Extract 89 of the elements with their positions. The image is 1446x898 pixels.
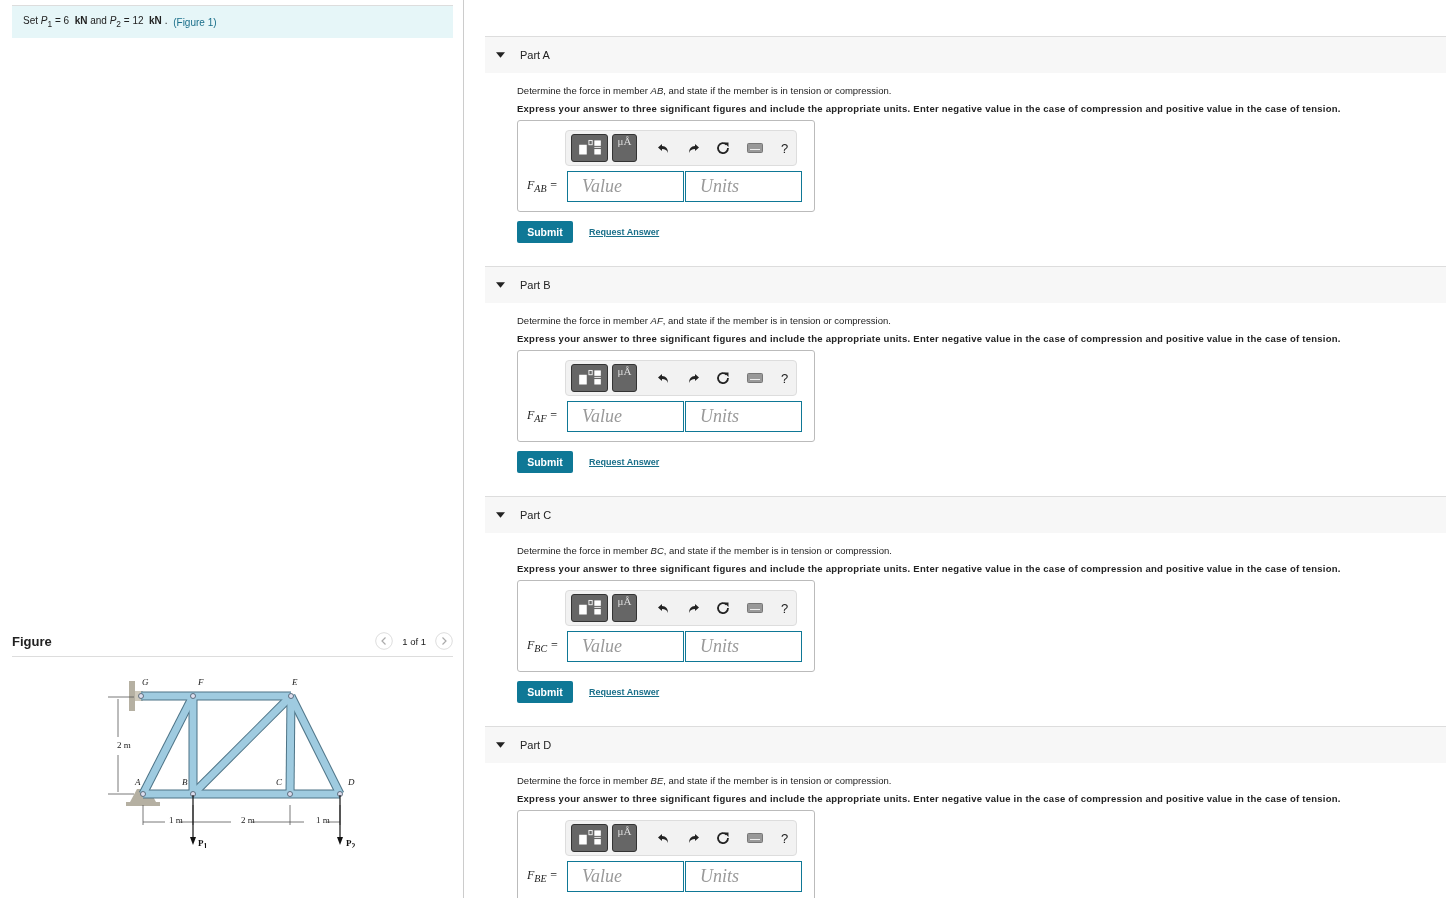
- keyboard-icon[interactable]: [747, 143, 763, 153]
- answer-label: F$_{AF}$ =: [527, 408, 559, 425]
- answer-label: F$_{BC}$ =: [527, 638, 560, 655]
- keyboard-icon[interactable]: [747, 603, 763, 613]
- instruction-text: Express your answer to three significant figures and include the appropriate units. Enter negative value in the case of compression and positive value in the case of tension.: [517, 103, 1342, 114]
- question-text: Determine the force in member BE, and state if the member is in tension or compression.: [517, 774, 893, 788]
- part-title: Part D: [520, 739, 552, 751]
- problem-text: Set P$_{1}$ = 6 kN and P$_{2}$ = 12 kN .: [23, 15, 169, 29]
- part-title: Part C: [520, 509, 552, 521]
- caret-icon[interactable]: [496, 282, 505, 288]
- figure-link[interactable]: (Figure 1): [173, 16, 217, 28]
- units-field[interactable]: Units: [685, 171, 802, 202]
- units-button[interactable]: μÅ: [612, 824, 637, 852]
- question-text: Determine the force in member BC, and state if the member is in tension or compression.: [517, 544, 893, 558]
- instruction-text: Express your answer to three significant figures and include the appropriate units. Enter negative value in the case of compression and positive value in the case of tension.: [517, 793, 1342, 804]
- answer-label: F$_{AB}$ =: [527, 178, 559, 195]
- dimension-label: 1 m: [316, 815, 330, 825]
- templates-button[interactable]: [571, 824, 608, 852]
- templates-button[interactable]: [571, 134, 608, 162]
- undo-icon[interactable]: [658, 142, 670, 154]
- caret-icon[interactable]: [496, 512, 505, 518]
- help-button[interactable]: ?: [781, 830, 789, 846]
- dimension-label: 2 m: [241, 815, 255, 825]
- joint-label: E: [292, 677, 298, 687]
- fraction-icon: [576, 369, 603, 387]
- fraction-icon: [576, 599, 603, 617]
- redo-icon[interactable]: [687, 602, 699, 614]
- value-field[interactable]: Value: [567, 401, 684, 432]
- units-button[interactable]: μÅ: [612, 134, 637, 162]
- reset-icon[interactable]: [716, 141, 730, 155]
- fraction-icon: [576, 829, 603, 847]
- redo-icon[interactable]: [687, 832, 699, 844]
- question-text: Determine the force in member AB, and state if the member is in tension or compression.: [517, 84, 893, 98]
- part-header[interactable]: Part D: [485, 726, 1446, 763]
- request-answer-link[interactable]: Request Answer: [589, 227, 660, 237]
- part-header[interactable]: Part B: [485, 266, 1446, 303]
- part-title: Part A: [520, 49, 550, 61]
- reset-icon[interactable]: [716, 831, 730, 845]
- redo-icon[interactable]: [687, 142, 699, 154]
- part-header[interactable]: Part A: [485, 36, 1446, 73]
- fraction-icon: [576, 139, 603, 157]
- joint-label: C: [276, 777, 282, 787]
- undo-icon[interactable]: [658, 832, 670, 844]
- dimension-label: 1 m: [169, 815, 183, 825]
- answer-label: F$_{BE}$ =: [527, 868, 559, 885]
- joint-label: D: [348, 777, 355, 787]
- instruction-text: Express your answer to three significant figures and include the appropriate units. Enter negative value in the case of compression and positive value in the case of tension.: [517, 333, 1342, 344]
- value-field[interactable]: Value: [567, 861, 684, 892]
- load-arrow: [337, 794, 343, 845]
- help-button[interactable]: ?: [781, 370, 789, 386]
- question-text: Determine the force in member AF, and state if the member is in tension or compression.: [517, 314, 892, 328]
- figure-title: Figure: [12, 633, 52, 649]
- units-field[interactable]: Units: [685, 401, 802, 432]
- undo-icon[interactable]: [658, 602, 670, 614]
- load-label: P$_{1}$: [198, 838, 208, 848]
- joint-label: F: [198, 677, 204, 687]
- templates-button[interactable]: [571, 594, 608, 622]
- keyboard-icon[interactable]: [747, 373, 763, 383]
- units-button[interactable]: μÅ: [612, 364, 637, 392]
- request-answer-link[interactable]: Request Answer: [589, 687, 660, 697]
- load-arrow: [190, 794, 196, 845]
- submit-button[interactable]: Submit: [517, 681, 573, 703]
- undo-icon[interactable]: [658, 372, 670, 384]
- reset-icon[interactable]: [716, 371, 730, 385]
- value-field[interactable]: Value: [567, 631, 684, 662]
- dimension-label: 2 m: [117, 740, 131, 750]
- caret-icon[interactable]: [496, 52, 505, 58]
- load-label: P$_{2}$: [346, 838, 356, 848]
- value-field[interactable]: Value: [567, 171, 684, 202]
- instruction-text: Express your answer to three significant figures and include the appropriate units. Enter negative value in the case of compression and positive value in the case of tension.: [517, 563, 1342, 574]
- keyboard-icon[interactable]: [747, 833, 763, 843]
- templates-button[interactable]: [571, 364, 608, 392]
- reset-icon[interactable]: [716, 601, 730, 615]
- request-answer-link[interactable]: Request Answer: [589, 457, 660, 467]
- help-button[interactable]: ?: [781, 140, 789, 156]
- caret-icon[interactable]: [496, 742, 505, 748]
- units-field[interactable]: Units: [685, 631, 802, 662]
- joint-label: A: [135, 777, 141, 787]
- page-counter: 1 of 1: [402, 635, 426, 647]
- units-field[interactable]: Units: [685, 861, 802, 892]
- units-button[interactable]: μÅ: [612, 594, 637, 622]
- submit-button[interactable]: Submit: [517, 451, 573, 473]
- part-header[interactable]: Part C: [485, 496, 1446, 533]
- joint-label: G: [142, 677, 149, 687]
- joint-label: B: [182, 777, 188, 787]
- part-title: Part B: [520, 279, 551, 291]
- submit-button[interactable]: Submit: [517, 221, 573, 243]
- help-button[interactable]: ?: [781, 600, 789, 616]
- redo-icon[interactable]: [687, 372, 699, 384]
